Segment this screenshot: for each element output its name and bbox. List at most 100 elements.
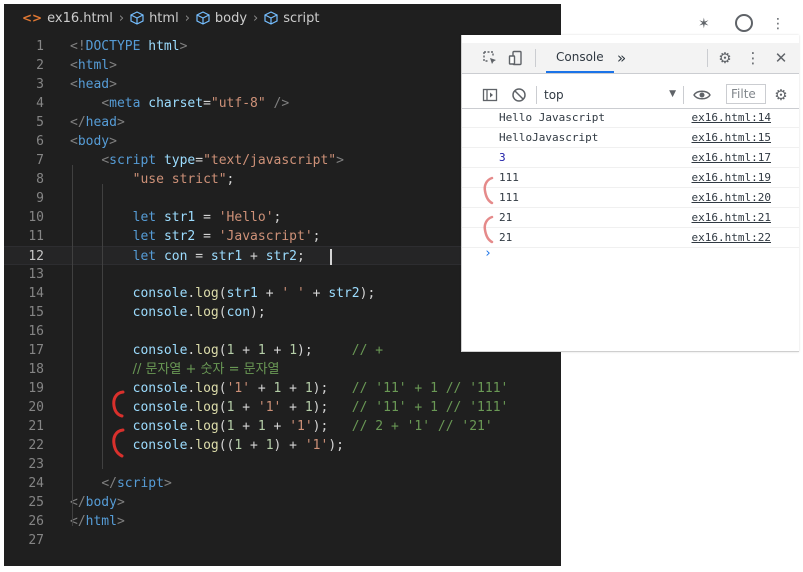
code-token: ' ' — [281, 286, 305, 301]
code-line[interactable]: 19 console.log('1' + 1 + 1); // '11' + 1… — [4, 379, 561, 398]
code-token: ( — [218, 400, 227, 415]
code-token: console — [132, 381, 188, 396]
code-token: ) + — [273, 438, 305, 453]
console-log-row: 21 ex16.html:21 — [462, 208, 799, 228]
code-token: console — [132, 419, 188, 434]
close-icon[interactable]: ✕ — [773, 49, 789, 67]
code-text: console.log('1' + 1 + 1); // '11' + 1 //… — [70, 379, 509, 398]
line-number: 2 — [36, 58, 44, 73]
code-token: > — [179, 39, 188, 54]
console-prompt[interactable]: › — [484, 246, 492, 261]
code-token: head — [85, 115, 117, 130]
line-number: 12 — [28, 249, 44, 264]
line-number: 5 — [36, 115, 44, 130]
devtools-panel: Console » ⚙ ⋮ ✕ top ▼ Filte ⚙ Hello Java… — [461, 35, 799, 352]
line-number: 27 — [28, 533, 44, 548]
breadcrumb-item-body[interactable]: body — [215, 11, 247, 26]
line-number: 26 — [28, 514, 44, 529]
code-token: ); — [312, 381, 329, 396]
code-line[interactable]: 27 — [4, 531, 561, 550]
context-selector[interactable]: top ▼ — [544, 85, 676, 105]
eye-icon[interactable] — [693, 87, 711, 103]
breadcrumb-item-script[interactable]: script — [283, 11, 319, 26]
code-token: // + — [312, 343, 384, 358]
console-log-source-link[interactable]: ex16.html:20 — [692, 188, 771, 208]
filter-input[interactable]: Filte — [726, 84, 766, 104]
code-token: // 2 + '1' // '21' — [328, 419, 493, 434]
code-token: '1' — [304, 438, 329, 453]
console-log-source-link[interactable]: ex16.html:15 — [692, 128, 771, 148]
more-options-icon[interactable]: ⋮ — [745, 49, 761, 67]
code-token: meta — [109, 96, 141, 111]
code-token: + — [265, 419, 290, 434]
code-line[interactable]: 24 </script> — [4, 474, 561, 493]
code-token: ( — [218, 305, 227, 320]
code-token: "text/javascript" — [203, 153, 337, 168]
console-log-message: HelloJavascript — [499, 131, 599, 144]
profile-icon[interactable] — [735, 14, 753, 32]
code-token: console — [132, 343, 188, 358]
clear-console-icon[interactable] — [511, 87, 527, 103]
breadcrumb-item-html[interactable]: html — [149, 11, 179, 26]
element-cube-icon — [130, 11, 144, 25]
code-token: 1 — [265, 438, 274, 453]
console-settings-gear-icon[interactable]: ⚙ — [773, 86, 789, 104]
code-token: = — [203, 96, 211, 111]
code-token: + — [234, 419, 258, 434]
code-line[interactable]: 26 </html> — [4, 512, 561, 531]
sidebar-toggle-icon[interactable] — [482, 87, 498, 103]
code-text: </html> — [70, 512, 125, 531]
indent-guide — [72, 165, 73, 526]
code-line[interactable]: 23 — [4, 455, 561, 474]
code-token: /> — [265, 96, 290, 111]
code-line[interactable]: 22 console.log((1 + 1) + '1'); — [4, 436, 561, 455]
code-line[interactable]: 18 // 문자열 + 숫자 = 문자열 — [4, 360, 561, 379]
code-text: console.log(str1 + ' ' + str2); — [70, 284, 376, 303]
console-log-source-link[interactable]: ex16.html:21 — [692, 208, 771, 228]
console-log-row: 3 ex16.html:17 — [462, 148, 799, 168]
breadcrumb-file[interactable]: ex16.html — [47, 11, 113, 26]
console-log-source-link[interactable]: ex16.html:17 — [692, 148, 771, 168]
code-text: <script type="text/javascript"> — [70, 151, 344, 170]
gear-icon[interactable]: ⚙ — [717, 49, 733, 67]
code-token: // 문자열 + 숫자 = 문자열 — [132, 362, 280, 377]
code-token: head — [77, 77, 110, 92]
tab-console[interactable]: Console — [546, 43, 614, 73]
element-cube-icon — [196, 11, 210, 25]
toolbar-divider — [536, 86, 537, 104]
code-text: <head> — [70, 75, 117, 94]
console-log-source-link[interactable]: ex16.html:14 — [692, 108, 771, 128]
code-token: > — [116, 115, 125, 130]
code-line[interactable]: 20 console.log(1 + '1' + 1); // '11' + 1… — [4, 398, 561, 417]
console-log-source-link[interactable]: ex16.html:22 — [692, 228, 771, 248]
line-number: 4 — [36, 96, 44, 111]
code-token: str2 — [328, 286, 360, 301]
code-token: body — [77, 134, 110, 149]
code-text: console.log(con); — [70, 303, 266, 322]
code-token: > — [163, 476, 172, 491]
device-toolbar-icon[interactable] — [508, 50, 524, 66]
more-tabs-icon[interactable]: » — [617, 43, 626, 73]
element-cube-icon — [264, 11, 278, 25]
code-text: <!DOCTYPE html> — [70, 37, 187, 56]
browser-menu-icon[interactable]: ⋮ — [771, 16, 785, 32]
console-log-source-link[interactable]: ex16.html:19 — [692, 168, 771, 188]
code-token: ); — [312, 419, 329, 434]
code-token: let — [132, 229, 157, 244]
toolbar-divider — [535, 49, 536, 67]
code-line[interactable]: 25 </body> — [4, 493, 561, 512]
bookmark-icon[interactable]: ✶ — [698, 16, 710, 32]
code-token: </ — [101, 476, 117, 491]
code-token: + — [250, 381, 274, 396]
html-file-icon: <> — [22, 11, 43, 25]
inspect-element-icon[interactable] — [482, 50, 498, 66]
code-text: let str2 = 'Javascript'; — [70, 227, 321, 246]
console-log-row: Hello Javascript ex16.html:14 — [462, 108, 799, 128]
code-token: console — [132, 438, 188, 453]
code-line[interactable]: 21 console.log(1 + 1 + '1'); // 2 + '1' … — [4, 417, 561, 436]
annotation-bracket — [483, 215, 494, 244]
console-log-message: 21 — [499, 211, 513, 224]
code-text: console.log(1 + '1' + 1); // '11' + 1 //… — [70, 398, 509, 417]
